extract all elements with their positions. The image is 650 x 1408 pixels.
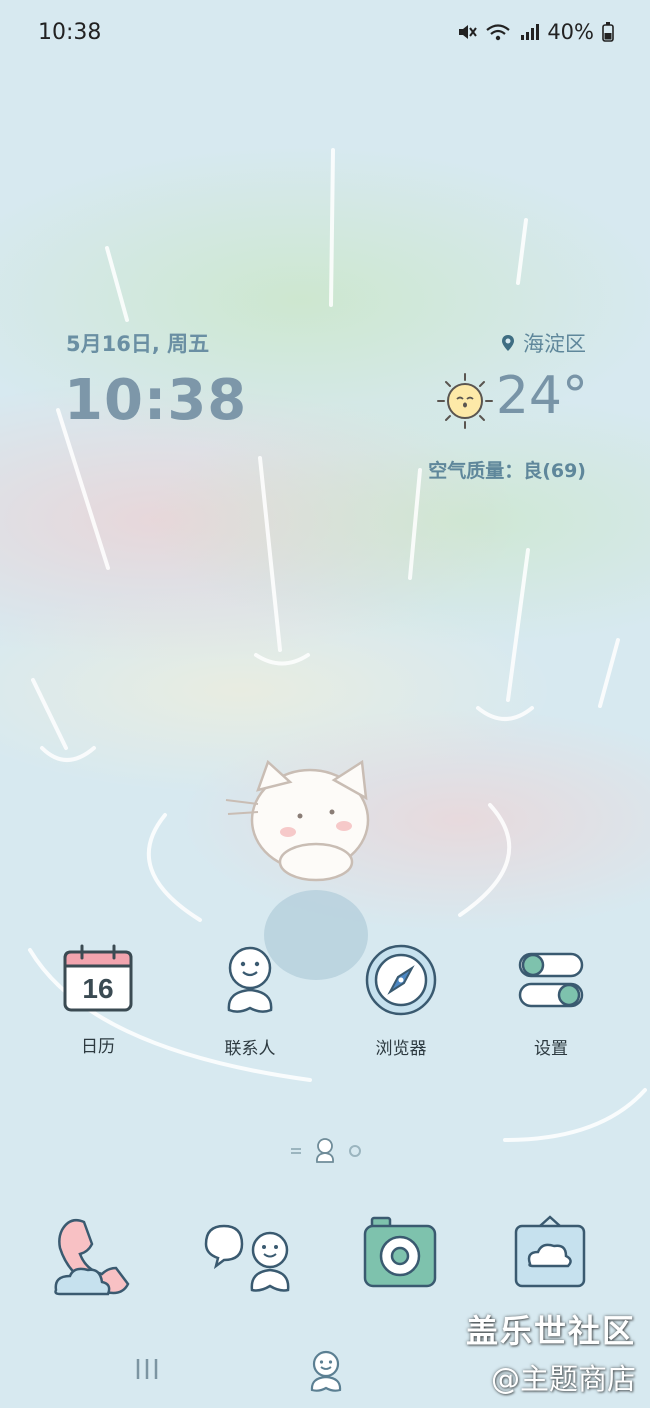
status-icons: 40% xyxy=(457,20,614,44)
contacts-icon xyxy=(227,946,273,1013)
air-quality[interactable]: 空气质量：良(69) xyxy=(428,456,586,483)
wallpaper-illustration xyxy=(28,148,647,1142)
app-settings[interactable]: 设置 xyxy=(486,944,616,1059)
messages-icon[interactable] xyxy=(200,1220,300,1292)
camera-icon[interactable] xyxy=(362,1214,438,1290)
app-calendar-label: 日历 xyxy=(81,1037,115,1057)
home-button-icon[interactable] xyxy=(307,1350,345,1392)
status-time: 10:38 xyxy=(38,20,102,45)
weather-location-label: 海淀区 xyxy=(523,332,586,356)
home-page-dot-icon xyxy=(316,1138,334,1163)
toggle-settings-icon xyxy=(518,952,584,1008)
widget-date[interactable]: 5月16日, 周五 xyxy=(66,328,209,358)
gallery-icon[interactable] xyxy=(512,1214,588,1290)
app-contacts[interactable]: 联系人 xyxy=(185,944,315,1059)
battery-percent: 40% xyxy=(547,20,594,44)
mute-icon xyxy=(459,25,478,39)
battery-icon xyxy=(602,22,614,42)
watermark-community: 盖乐世社区 xyxy=(465,1312,636,1350)
signal-icon xyxy=(521,24,540,40)
home-screen: 10:38 40% 5月16日, 周五 10:38 海淀区 24° 空气质量：良… xyxy=(0,0,650,1408)
weather-location[interactable]: 海淀区 xyxy=(501,328,586,358)
app-settings-label: 设置 xyxy=(534,1039,568,1059)
calendar-icon: 16 xyxy=(63,944,133,1012)
sunny-weather-icon xyxy=(437,373,493,429)
page-list-icon xyxy=(291,1148,301,1154)
wifi-icon xyxy=(486,24,511,41)
compass-icon xyxy=(365,944,437,1016)
app-contacts-label: 联系人 xyxy=(224,1039,276,1059)
weather-temperature[interactable]: 24° xyxy=(496,366,588,426)
recent-apps-icon[interactable] xyxy=(134,1356,160,1382)
app-browser[interactable]: 浏览器 xyxy=(336,944,466,1059)
page-indicator[interactable] xyxy=(290,1138,362,1164)
app-browser-label: 浏览器 xyxy=(375,1039,427,1059)
watermark-theme-store: @主题商店 xyxy=(490,1362,636,1396)
page-dot-icon xyxy=(349,1145,361,1157)
widget-clock[interactable]: 10:38 xyxy=(64,368,247,433)
calendar-day: 16 xyxy=(82,973,113,1004)
phone-icon[interactable] xyxy=(50,1214,134,1298)
app-calendar[interactable]: 16 日历 xyxy=(33,944,163,1057)
location-pin-icon xyxy=(502,335,514,351)
